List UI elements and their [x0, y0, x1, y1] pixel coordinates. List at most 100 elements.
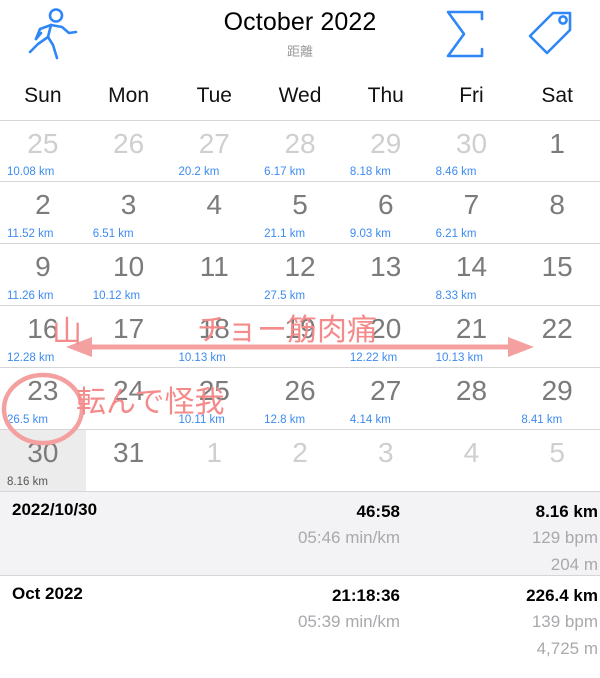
calendar-day-cell[interactable]: 19: [257, 306, 343, 367]
calendar-day-cell[interactable]: 28: [429, 368, 515, 429]
month-time-block: 21:18:36 05:39 min/km: [170, 583, 400, 635]
calendar-day-cell[interactable]: 1: [514, 121, 600, 181]
calendar-day-cell[interactable]: 1: [171, 430, 257, 491]
day-distance: 27.5 km: [264, 290, 306, 302]
calendar-day-cell[interactable]: 20 12.22 km: [343, 306, 429, 367]
day-number: 3: [120, 189, 137, 220]
day-number: 27: [198, 128, 230, 159]
calendar-day-cell[interactable]: 30 8.46 km: [429, 121, 515, 181]
day-number: 30: [27, 437, 59, 468]
day-distance: 10.13 km: [178, 352, 226, 364]
calendar-week-row: 23 26.5 km 24 25 10.11 km 26 12.8 km 27 4.14 km 2…: [0, 368, 600, 430]
day-number: 8: [549, 189, 565, 220]
day-distance: 10.08 km: [7, 166, 55, 178]
calendar-day-cell[interactable]: 27 20.2 km: [171, 121, 257, 181]
calendar-day-cell[interactable]: 10 10.12 km: [86, 244, 172, 305]
calendar-day-cell[interactable]: 16 12.28 km: [0, 306, 86, 367]
calendar-day-cell[interactable]: 29 8.41 km: [514, 368, 600, 429]
summary-elevation: 204 m: [550, 555, 598, 574]
calendar-day-cell[interactable]: 9 11.26 km: [0, 244, 86, 305]
day-number: 29: [541, 375, 573, 406]
calendar-day-cell[interactable]: 17: [86, 306, 172, 367]
day-number: 31: [113, 437, 145, 468]
day-number: 20: [370, 313, 402, 344]
calendar-day-cell[interactable]: 31: [86, 430, 172, 491]
day-number: 9: [35, 251, 51, 282]
month-summary[interactable]: Oct 2022 21:18:36 05:39 min/km 226.4 km …: [0, 576, 600, 660]
month-duration: 21:18:36: [331, 586, 400, 605]
day-distance: 12.22 km: [349, 352, 398, 364]
summary-pace: 05:46 min/km: [297, 528, 400, 547]
title-block: October 2022 距離: [0, 8, 600, 60]
day-distance: 8.46 km: [435, 166, 477, 178]
page-title: October 2022: [223, 8, 377, 36]
day-number: 22: [541, 313, 573, 344]
day-distance: 9.03 km: [349, 228, 391, 240]
calendar-day-cell[interactable]: 23 26.5 km: [0, 368, 86, 429]
sigma-sum-icon[interactable]: [436, 6, 496, 64]
summary-date-label: 2022/10/30: [12, 500, 98, 519]
day-distance: 11.26 km: [7, 290, 54, 302]
calendar-day-cell[interactable]: 21 10.13 km: [429, 306, 515, 367]
day-number: 4: [463, 437, 480, 468]
calendar-day-cell[interactable]: 22: [514, 306, 600, 367]
calendar-week-row: 16 12.28 km 17 18 10.13 km 19 20 12.22 km 21 10.1…: [0, 306, 600, 368]
day-number: 1: [549, 128, 565, 159]
month-distance: 226.4 km: [526, 586, 598, 605]
calendar-day-cell[interactable]: 3 6.51 km: [86, 182, 172, 243]
calendar-day-cell[interactable]: 15: [514, 244, 600, 305]
weekday-wed: Wed: [278, 84, 322, 107]
day-number: 28: [284, 128, 316, 159]
day-number: 16: [27, 313, 59, 344]
calendar-day-cell[interactable]: 26: [86, 121, 172, 181]
calendar-day-cell[interactable]: 5: [514, 430, 600, 491]
day-number: 26: [113, 128, 145, 159]
calendar-day-cell[interactable]: 25 10.11 km: [171, 368, 257, 429]
month-heartrate: 139 bpm: [531, 612, 598, 631]
calendar-day-cell[interactable]: 18 10.13 km: [171, 306, 257, 367]
day-number: 25: [27, 128, 59, 159]
weekday-thu: Thu: [367, 84, 404, 107]
metric-subtitle: 距離: [286, 44, 313, 59]
calendar-day-cell[interactable]: 8: [514, 182, 600, 243]
selected-day-summary[interactable]: 2022/10/30 46:58 05:46 min/km 8.16 km 12…: [0, 492, 600, 576]
calendar-day-cell[interactable]: 13: [343, 244, 429, 305]
calendar-day-cell[interactable]: 14 8.33 km: [429, 244, 515, 305]
calendar-day-cell[interactable]: 4: [171, 182, 257, 243]
calendar-day-cell[interactable]: 5 21.1 km: [257, 182, 343, 243]
calendar-day-cell[interactable]: 12 27.5 km: [257, 244, 343, 305]
summary-heartrate: 129 bpm: [531, 528, 598, 547]
calendar-day-cell[interactable]: 6 9.03 km: [343, 182, 429, 243]
day-distance: 10.12 km: [92, 290, 141, 302]
day-number: 7: [463, 189, 480, 220]
day-number: 27: [370, 375, 402, 406]
weekday-mon: Mon: [108, 84, 149, 107]
calendar-day-cell[interactable]: 11: [171, 244, 257, 305]
calendar-day-cell[interactable]: 27 4.14 km: [343, 368, 429, 429]
weekday-sat: Sat: [541, 84, 573, 107]
calendar-day-cell[interactable]: 7 6.21 km: [429, 182, 515, 243]
day-number: 29: [370, 128, 402, 159]
day-number: 28: [455, 375, 488, 406]
calendar-day-cell[interactable]: 2 11.52 km: [0, 182, 86, 243]
calendar-day-cell[interactable]: 25 10.08 km: [0, 121, 86, 181]
day-number: 2: [35, 189, 51, 220]
calendar-day-cell[interactable]: 29 8.18 km: [343, 121, 429, 181]
calendar-day-cell[interactable]: 4: [429, 430, 515, 491]
calendar-grid: 25 10.08 km 26 27 20.2 km 28 6.17 km 29 8.18 km 3…: [0, 120, 600, 492]
day-number: 5: [292, 189, 308, 220]
day-number: 17: [113, 313, 145, 344]
calendar-day-cell[interactable]: 3: [343, 430, 429, 491]
day-distance: 26.5 km: [7, 414, 48, 426]
calendar-day-cell[interactable]: 24: [86, 368, 172, 429]
day-number: 21: [455, 313, 488, 344]
calendar-day-cell[interactable]: 28 6.17 km: [257, 121, 343, 181]
calendar-day-cell[interactable]: 2: [257, 430, 343, 491]
day-number: 5: [549, 437, 565, 468]
tag-icon[interactable]: [520, 6, 580, 64]
day-distance: 6.17 km: [264, 166, 306, 178]
weekday-header: Sun Mon Tue Wed Thu Fri Sat: [0, 72, 600, 120]
calendar-day-cell[interactable]: 26 12.8 km: [257, 368, 343, 429]
calendar-day-cell[interactable]: 30 8.16 km: [0, 430, 86, 491]
summary-metrics-block: 8.16 km 129 bpm 204 m: [400, 499, 598, 578]
